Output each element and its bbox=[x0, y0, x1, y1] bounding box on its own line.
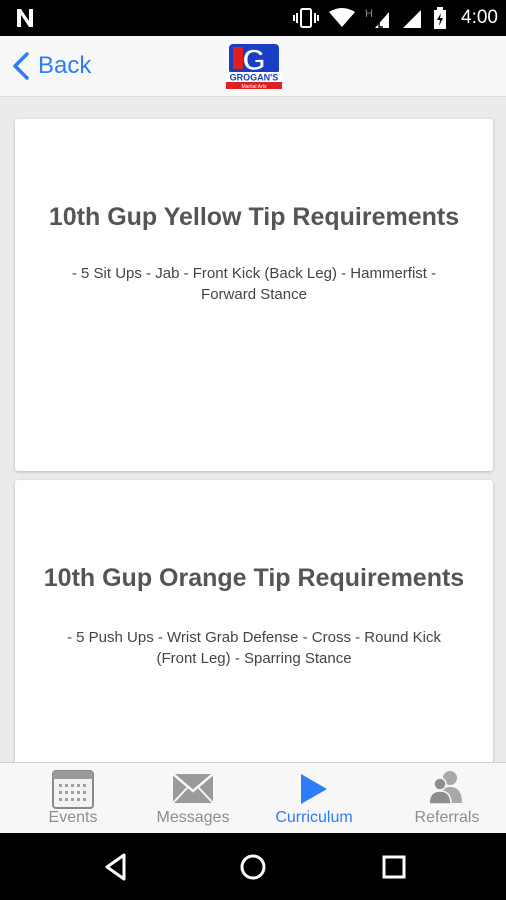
svg-text:Martial Arts: Martial Arts bbox=[241, 84, 267, 90]
chevron-left-icon bbox=[13, 52, 29, 80]
vibrate-icon bbox=[293, 8, 320, 28]
tab-referrals[interactable]: Referrals bbox=[388, 763, 506, 833]
svg-text:GROGAN'S: GROGAN'S bbox=[230, 73, 279, 83]
tab-curriculum[interactable]: Curriculum bbox=[240, 763, 388, 833]
card-description: - 5 Push Ups - Wrist Grab Defense - Cros… bbox=[66, 629, 441, 667]
system-nav-bar bbox=[0, 833, 506, 900]
people-icon bbox=[428, 771, 462, 805]
card-title: 10th Gup Orange Tip Requirements bbox=[43, 564, 465, 592]
wifi-icon bbox=[329, 8, 356, 27]
svg-text:H: H bbox=[365, 8, 373, 20]
status-clock: 4:00 bbox=[461, 7, 498, 28]
home-circle-icon[interactable] bbox=[235, 849, 271, 885]
tab-label: Messages bbox=[156, 809, 230, 826]
recents-square-icon[interactable] bbox=[376, 849, 412, 885]
tab-label: Referrals bbox=[414, 809, 480, 826]
card-description: - 5 Sit Ups - Jab - Front Kick (Back Leg… bbox=[71, 265, 437, 303]
curriculum-card[interactable]: 10th Gup Yellow Tip Requirements - 5 Sit… bbox=[15, 119, 493, 471]
h-signal-icon: H bbox=[365, 8, 390, 28]
battery-icon bbox=[434, 7, 447, 29]
tab-label: Curriculum bbox=[275, 809, 353, 826]
curriculum-list[interactable]: 10th Gup Yellow Tip Requirements - 5 Sit… bbox=[0, 97, 506, 762]
bottom-tab-bar: Events Messages Curriculum Referrals bbox=[0, 762, 506, 833]
play-icon bbox=[301, 774, 327, 804]
envelope-icon bbox=[172, 773, 214, 804]
back-label: Back bbox=[38, 52, 92, 79]
grogans-logo: G GROGAN'S Martial Arts bbox=[226, 44, 282, 90]
tab-events[interactable]: Events bbox=[0, 763, 146, 833]
curriculum-card[interactable]: 10th Gup Orange Tip Requirements - 5 Pus… bbox=[15, 480, 493, 762]
card-title: 10th Gup Yellow Tip Requirements bbox=[48, 203, 460, 231]
back-triangle-icon[interactable] bbox=[98, 849, 134, 885]
notification-n-icon bbox=[17, 9, 33, 27]
app-header: Back G GROGAN'S Martial Arts bbox=[0, 36, 506, 97]
status-bar: H 4:00 bbox=[0, 0, 506, 36]
cell-signal-icon bbox=[403, 10, 422, 28]
calendar-icon bbox=[52, 770, 94, 809]
tab-messages[interactable]: Messages bbox=[146, 763, 240, 833]
back-button[interactable]: Back bbox=[10, 48, 91, 84]
tab-label: Events bbox=[48, 809, 98, 826]
